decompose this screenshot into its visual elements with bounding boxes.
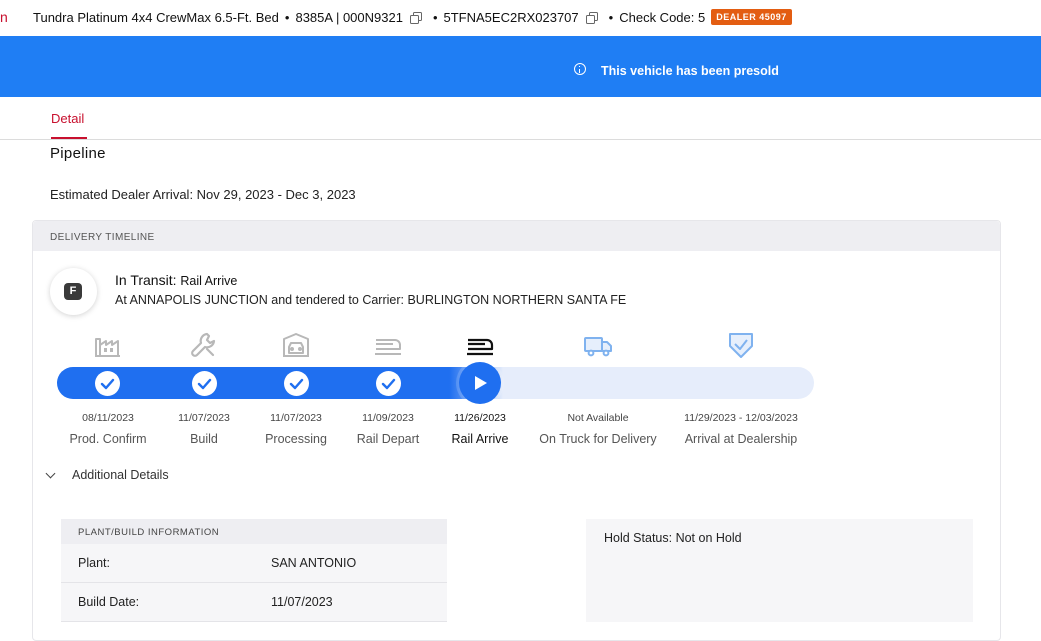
status-step: Rail Arrive: [180, 274, 238, 288]
vehicle-model-code: 8385A | 000N9321: [295, 9, 403, 25]
step-label-arrival: Arrival at Dealership: [684, 432, 798, 446]
step-date: 11/29/2023 - 12/03/2023: [684, 412, 798, 424]
build-date-value: 11/07/2023: [271, 595, 333, 609]
estimated-arrival: Estimated Dealer Arrival: Nov 29, 2023 -…: [50, 187, 356, 202]
separator: •: [608, 9, 614, 25]
chevron-down-icon: [45, 468, 56, 478]
check-icon: [381, 378, 396, 390]
vehicle-model: Tundra Platinum 4x4 CrewMax 6.5-Ft. Bed: [33, 9, 279, 25]
check-icon: [289, 378, 304, 390]
additional-details-toggle[interactable]: Additional Details: [45, 468, 169, 482]
card-header: DELIVERY TIMELINE: [33, 221, 1000, 251]
copy-icon[interactable]: [585, 11, 598, 24]
train-icon: [467, 338, 494, 356]
step-date: Not Available: [567, 412, 629, 424]
step-complete-marker: [284, 371, 309, 396]
tab-bar: Detail: [0, 97, 1041, 140]
play-icon: [475, 376, 487, 390]
factory-icon: [95, 338, 120, 357]
plant-build-panel: PLANT/BUILD INFORMATION Plant: SAN ANTON…: [61, 519, 447, 641]
wrench-icon: [191, 332, 216, 357]
step-current-marker: [459, 362, 501, 404]
step-complete-marker: [192, 371, 217, 396]
plant-row: Plant: SAN ANTONIO: [61, 544, 447, 583]
pipeline-title: Pipeline: [50, 145, 106, 162]
check-icon: [197, 378, 212, 390]
hold-status: Hold Status: Not on Hold: [604, 531, 742, 545]
presold-banner: This vehicle has been presold: [0, 36, 1041, 97]
status-avatar: F: [50, 268, 97, 315]
build-date-row: Build Date: 11/07/2023: [61, 583, 447, 622]
dealer-badge: DEALER 45097: [711, 9, 792, 25]
truncated-edge-text: n: [0, 9, 8, 25]
separator: •: [284, 9, 290, 25]
banner-message: This vehicle has been presold: [601, 64, 779, 78]
status-letter: F: [64, 283, 82, 300]
hold-status-panel: Hold Status: Not on Hold: [586, 519, 973, 622]
check-code: Check Code: 5: [619, 9, 706, 25]
build-date-key: Build Date:: [78, 595, 140, 609]
tab-detail[interactable]: Detail: [51, 111, 84, 126]
active-tab-indicator: [51, 137, 87, 139]
step-complete-marker: [376, 371, 401, 396]
plant-value: SAN ANTONIO: [271, 556, 357, 570]
check-icon: [100, 378, 115, 390]
plant-panel-title: PLANT/BUILD INFORMATION: [78, 527, 220, 538]
separator: •: [432, 9, 438, 25]
info-icon: [574, 63, 586, 75]
vehicle-summary: Tundra Platinum 4x4 CrewMax 6.5-Ft. Bed …: [33, 9, 792, 25]
card-header-label: DELIVERY TIMELINE: [50, 232, 155, 243]
plant-key: Plant:: [78, 556, 110, 570]
copy-icon[interactable]: [409, 11, 422, 24]
status-detail: At ANNAPOLIS JUNCTION and tendered to Ca…: [115, 293, 627, 307]
status-heading: In Transit: Rail Arrive: [115, 272, 237, 288]
shield-check-icon: [729, 333, 753, 358]
step-complete-marker: [95, 371, 120, 396]
status-label: In Transit:: [115, 272, 177, 288]
additional-details-label: Additional Details: [72, 468, 169, 482]
plant-panel-header: PLANT/BUILD INFORMATION: [61, 519, 447, 544]
vehicle-header: n Tundra Platinum 4x4 CrewMax 6.5-Ft. Be…: [0, 0, 1041, 36]
truck-icon: [584, 337, 612, 357]
vehicle-vin: 5TFNA5EC2RX023707: [443, 9, 579, 25]
train-icon: [375, 339, 401, 355]
car-garage-icon: [283, 333, 309, 357]
timeline-progress-fill: [57, 367, 503, 399]
